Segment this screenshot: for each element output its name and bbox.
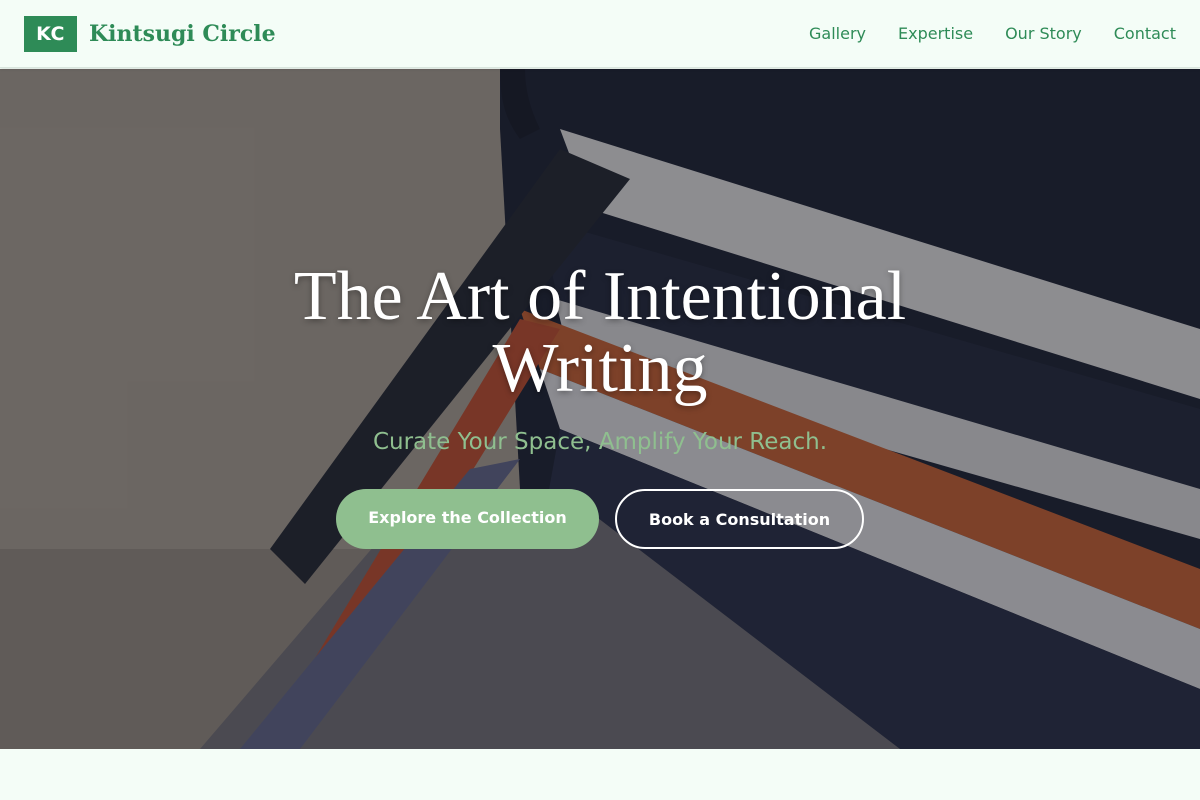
hero-section: The Art of Intentional Writing Curate Yo… — [0, 69, 1200, 749]
nav-link-contact[interactable]: Contact — [1114, 24, 1176, 43]
hero-content: The Art of Intentional Writing Curate Yo… — [0, 69, 1200, 749]
nav-link-our-story[interactable]: Our Story — [1005, 24, 1082, 43]
hero-subtitle: Curate Your Space, Amplify Your Reach. — [372, 429, 828, 455]
hero-cta-group: Explore the Collection Book a Consultati… — [336, 489, 864, 549]
brand-link[interactable]: KC Kintsugi Circle — [24, 15, 276, 52]
main-nav: Gallery Expertise Our Story Contact — [809, 24, 1176, 43]
nav-link-expertise[interactable]: Expertise — [898, 24, 973, 43]
site-header: KC Kintsugi Circle Gallery Expertise Our… — [0, 0, 1200, 68]
explore-collection-button[interactable]: Explore the Collection — [336, 489, 599, 549]
hero-title: The Art of Intentional Writing — [293, 258, 907, 407]
nav-link-gallery[interactable]: Gallery — [809, 24, 866, 43]
book-consultation-button[interactable]: Book a Consultation — [615, 489, 864, 549]
below-hero-section — [0, 749, 1200, 800]
logo-mark: KC — [24, 15, 77, 52]
brand-name: Kintsugi Circle — [89, 20, 276, 47]
